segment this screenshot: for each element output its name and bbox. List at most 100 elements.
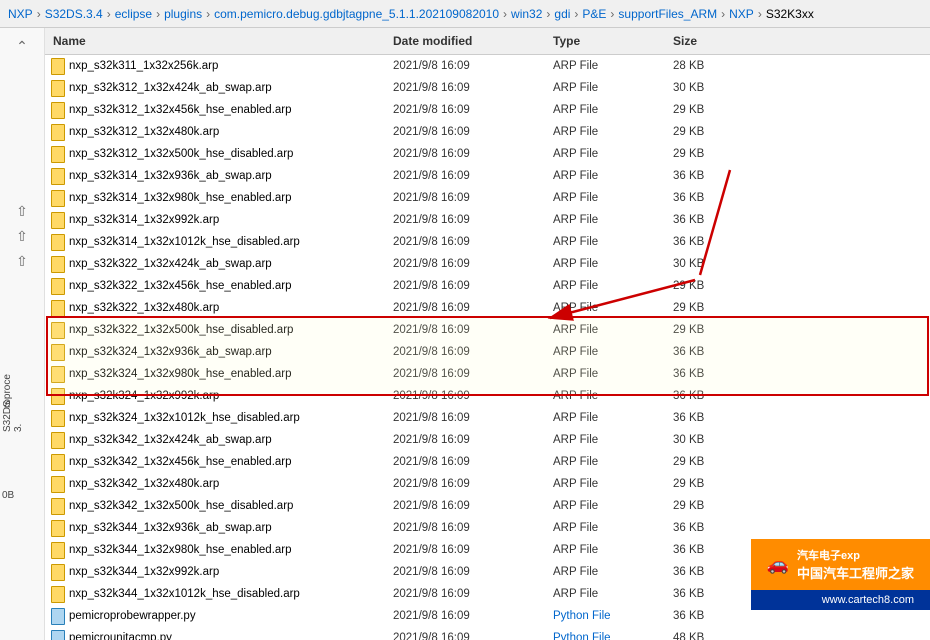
- file-name-cell: nxp_s32k344_1x32x936k_ab_swap.arp: [45, 519, 385, 537]
- file-size: 36 KB: [665, 169, 745, 183]
- arp-file-icon: [49, 124, 65, 140]
- table-row[interactable]: nxp_s32k344_1x32x1012k_hse_disabled.arp2…: [45, 583, 930, 605]
- breadcrumb-item-win32[interactable]: win32: [511, 7, 542, 21]
- breadcrumb-item-pe[interactable]: P&E: [582, 7, 606, 21]
- file-type: ARP File: [545, 587, 665, 601]
- breadcrumb-item-plugins[interactable]: plugins: [164, 7, 202, 21]
- file-name-cell: nxp_s32k344_1x32x980k_hse_enabled.arp: [45, 541, 385, 559]
- arp-file-icon: [49, 322, 65, 338]
- table-row[interactable]: nxp_s32k342_1x32x480k.arp2021/9/8 16:09A…: [45, 473, 930, 495]
- breadcrumb-item-s32ds[interactable]: S32DS.3.4: [45, 7, 103, 21]
- file-name-text: nxp_s32k314_1x32x1012k_hse_disabled.arp: [69, 236, 300, 248]
- table-row[interactable]: nxp_s32k312_1x32x456k_hse_enabled.arp202…: [45, 99, 930, 121]
- file-list-container[interactable]: Name Date modified Type Size nxp_s32k311…: [45, 28, 930, 640]
- file-date: 2021/9/8 16:09: [385, 125, 545, 139]
- table-row[interactable]: nxp_s32k312_1x32x480k.arp2021/9/8 16:09A…: [45, 121, 930, 143]
- file-name-cell: nxp_s32k322_1x32x500k_hse_disabled.arp: [45, 321, 385, 339]
- breadcrumb-item-eclipse[interactable]: eclipse: [115, 7, 152, 21]
- breadcrumb-item-nxp2[interactable]: NXP: [729, 7, 754, 21]
- table-row[interactable]: nxp_s32k311_1x32x256k.arp2021/9/8 16:09A…: [45, 55, 930, 77]
- breadcrumb-item-support[interactable]: supportFiles_ARM: [618, 7, 717, 21]
- sidebar-collapse-arrow[interactable]: ⌃: [14, 36, 30, 57]
- file-size: 29 KB: [665, 499, 745, 513]
- file-type: ARP File: [545, 103, 665, 117]
- file-date: 2021/9/8 16:09: [385, 609, 545, 623]
- arp-file-icon: [49, 256, 65, 272]
- breadcrumb-sep-7: ›: [610, 7, 614, 21]
- file-name-text: nxp_s32k324_1x32x936k_ab_swap.arp: [69, 346, 272, 358]
- file-name-cell: nxp_s32k342_1x32x424k_ab_swap.arp: [45, 431, 385, 449]
- breadcrumb-item-nxp[interactable]: NXP: [8, 7, 33, 21]
- arp-file-icon: [49, 366, 65, 382]
- table-row[interactable]: nxp_s32k322_1x32x424k_ab_swap.arp2021/9/…: [45, 253, 930, 275]
- table-row[interactable]: nxp_s32k312_1x32x424k_ab_swap.arp2021/9/…: [45, 77, 930, 99]
- file-date: 2021/9/8 16:09: [385, 499, 545, 513]
- table-row[interactable]: nxp_s32k324_1x32x992k.arp2021/9/8 16:09A…: [45, 385, 930, 407]
- table-row[interactable]: nxp_s32k314_1x32x980k_hse_enabled.arp202…: [45, 187, 930, 209]
- file-name-text: nxp_s32k342_1x32x424k_ab_swap.arp: [69, 434, 272, 446]
- file-name-cell: nxp_s32k314_1x32x1012k_hse_disabled.arp: [45, 233, 385, 251]
- sidebar-nav-up-1[interactable]: ⇧: [14, 201, 30, 222]
- table-row[interactable]: nxp_s32k342_1x32x424k_ab_swap.arp2021/9/…: [45, 429, 930, 451]
- file-name-cell: pemicrounitacmp.py: [45, 629, 385, 640]
- sidebar-panel: ⌃ ⇧ ⇧ ⇧: [0, 28, 45, 640]
- table-row[interactable]: nxp_s32k324_1x32x1012k_hse_disabled.arp2…: [45, 407, 930, 429]
- file-date: 2021/9/8 16:09: [385, 103, 545, 117]
- file-size: 30 KB: [665, 257, 745, 271]
- col-header-size[interactable]: Size: [665, 32, 745, 50]
- arp-file-icon: [49, 432, 65, 448]
- file-type: ARP File: [545, 433, 665, 447]
- file-name-cell: nxp_s32k314_1x32x936k_ab_swap.arp: [45, 167, 385, 185]
- file-type: ARP File: [545, 213, 665, 227]
- file-type: ARP File: [545, 301, 665, 315]
- sidebar-nav-up-3[interactable]: ⇧: [14, 251, 30, 272]
- file-type: ARP File: [545, 59, 665, 73]
- file-size: 28 KB: [665, 59, 745, 73]
- file-type: ARP File: [545, 389, 665, 403]
- arp-file-icon: [49, 190, 65, 206]
- col-header-date[interactable]: Date modified: [385, 32, 545, 50]
- table-row[interactable]: pemicroprobewrapper.py2021/9/8 16:09Pyth…: [45, 605, 930, 627]
- file-name-cell: nxp_s32k311_1x32x256k.arp: [45, 57, 385, 75]
- file-name-text: pemicroprobewrapper.py: [69, 610, 196, 622]
- table-row[interactable]: nxp_s32k322_1x32x456k_hse_enabled.arp202…: [45, 275, 930, 297]
- file-type: ARP File: [545, 543, 665, 557]
- file-name-cell: nxp_s32k342_1x32x500k_hse_disabled.arp: [45, 497, 385, 515]
- file-date: 2021/9/8 16:09: [385, 477, 545, 491]
- file-size: 29 KB: [665, 455, 745, 469]
- table-row[interactable]: nxp_s32k322_1x32x500k_hse_disabled.arp20…: [45, 319, 930, 341]
- table-row[interactable]: nxp_s32k342_1x32x456k_hse_enabled.arp202…: [45, 451, 930, 473]
- file-name-text: nxp_s32k324_1x32x980k_hse_enabled.arp: [69, 368, 292, 380]
- col-header-name[interactable]: Name: [45, 32, 385, 50]
- table-row[interactable]: nxp_s32k344_1x32x936k_ab_swap.arp2021/9/…: [45, 517, 930, 539]
- table-row[interactable]: pemicrounitacmp.py2021/9/8 16:09Python F…: [45, 627, 930, 640]
- table-row[interactable]: nxp_s32k344_1x32x980k_hse_enabled.arp202…: [45, 539, 930, 561]
- file-type: ARP File: [545, 367, 665, 381]
- sidebar-label-s32ds: S32DS 3.: [2, 392, 24, 432]
- python-file-icon: [49, 608, 65, 624]
- file-name-text: nxp_s32k311_1x32x256k.arp: [69, 60, 218, 72]
- table-row[interactable]: nxp_s32k344_1x32x992k.arp2021/9/8 16:09A…: [45, 561, 930, 583]
- file-name-text: nxp_s32k312_1x32x480k.arp: [69, 126, 219, 138]
- arp-file-icon: [49, 388, 65, 404]
- table-row[interactable]: nxp_s32k312_1x32x500k_hse_disabled.arp20…: [45, 143, 930, 165]
- table-row[interactable]: nxp_s32k322_1x32x480k.arp2021/9/8 16:09A…: [45, 297, 930, 319]
- col-header-type[interactable]: Type: [545, 32, 665, 50]
- table-row[interactable]: nxp_s32k324_1x32x936k_ab_swap.arp2021/9/…: [45, 341, 930, 363]
- file-name-cell: pemicroprobewrapper.py: [45, 607, 385, 625]
- breadcrumb-item-com[interactable]: com.pemicro.debug.gdbjtagpne_5.1.1.20210…: [214, 7, 499, 21]
- table-row[interactable]: nxp_s32k314_1x32x1012k_hse_disabled.arp2…: [45, 231, 930, 253]
- table-row[interactable]: nxp_s32k314_1x32x936k_ab_swap.arp2021/9/…: [45, 165, 930, 187]
- file-size: 36 KB: [665, 587, 745, 601]
- breadcrumb-item-gdi[interactable]: gdi: [554, 7, 570, 21]
- file-size: 36 KB: [665, 609, 745, 623]
- file-name-text: pemicrounitacmp.py: [69, 632, 172, 640]
- file-type: ARP File: [545, 521, 665, 535]
- file-name-cell: nxp_s32k312_1x32x424k_ab_swap.arp: [45, 79, 385, 97]
- table-row[interactable]: nxp_s32k324_1x32x980k_hse_enabled.arp202…: [45, 363, 930, 385]
- sidebar-nav-up-2[interactable]: ⇧: [14, 226, 30, 247]
- table-row[interactable]: nxp_s32k342_1x32x500k_hse_disabled.arp20…: [45, 495, 930, 517]
- table-row[interactable]: nxp_s32k314_1x32x992k.arp2021/9/8 16:09A…: [45, 209, 930, 231]
- file-name-cell: nxp_s32k324_1x32x980k_hse_enabled.arp: [45, 365, 385, 383]
- file-name-text: nxp_s32k322_1x32x456k_hse_enabled.arp: [69, 280, 292, 292]
